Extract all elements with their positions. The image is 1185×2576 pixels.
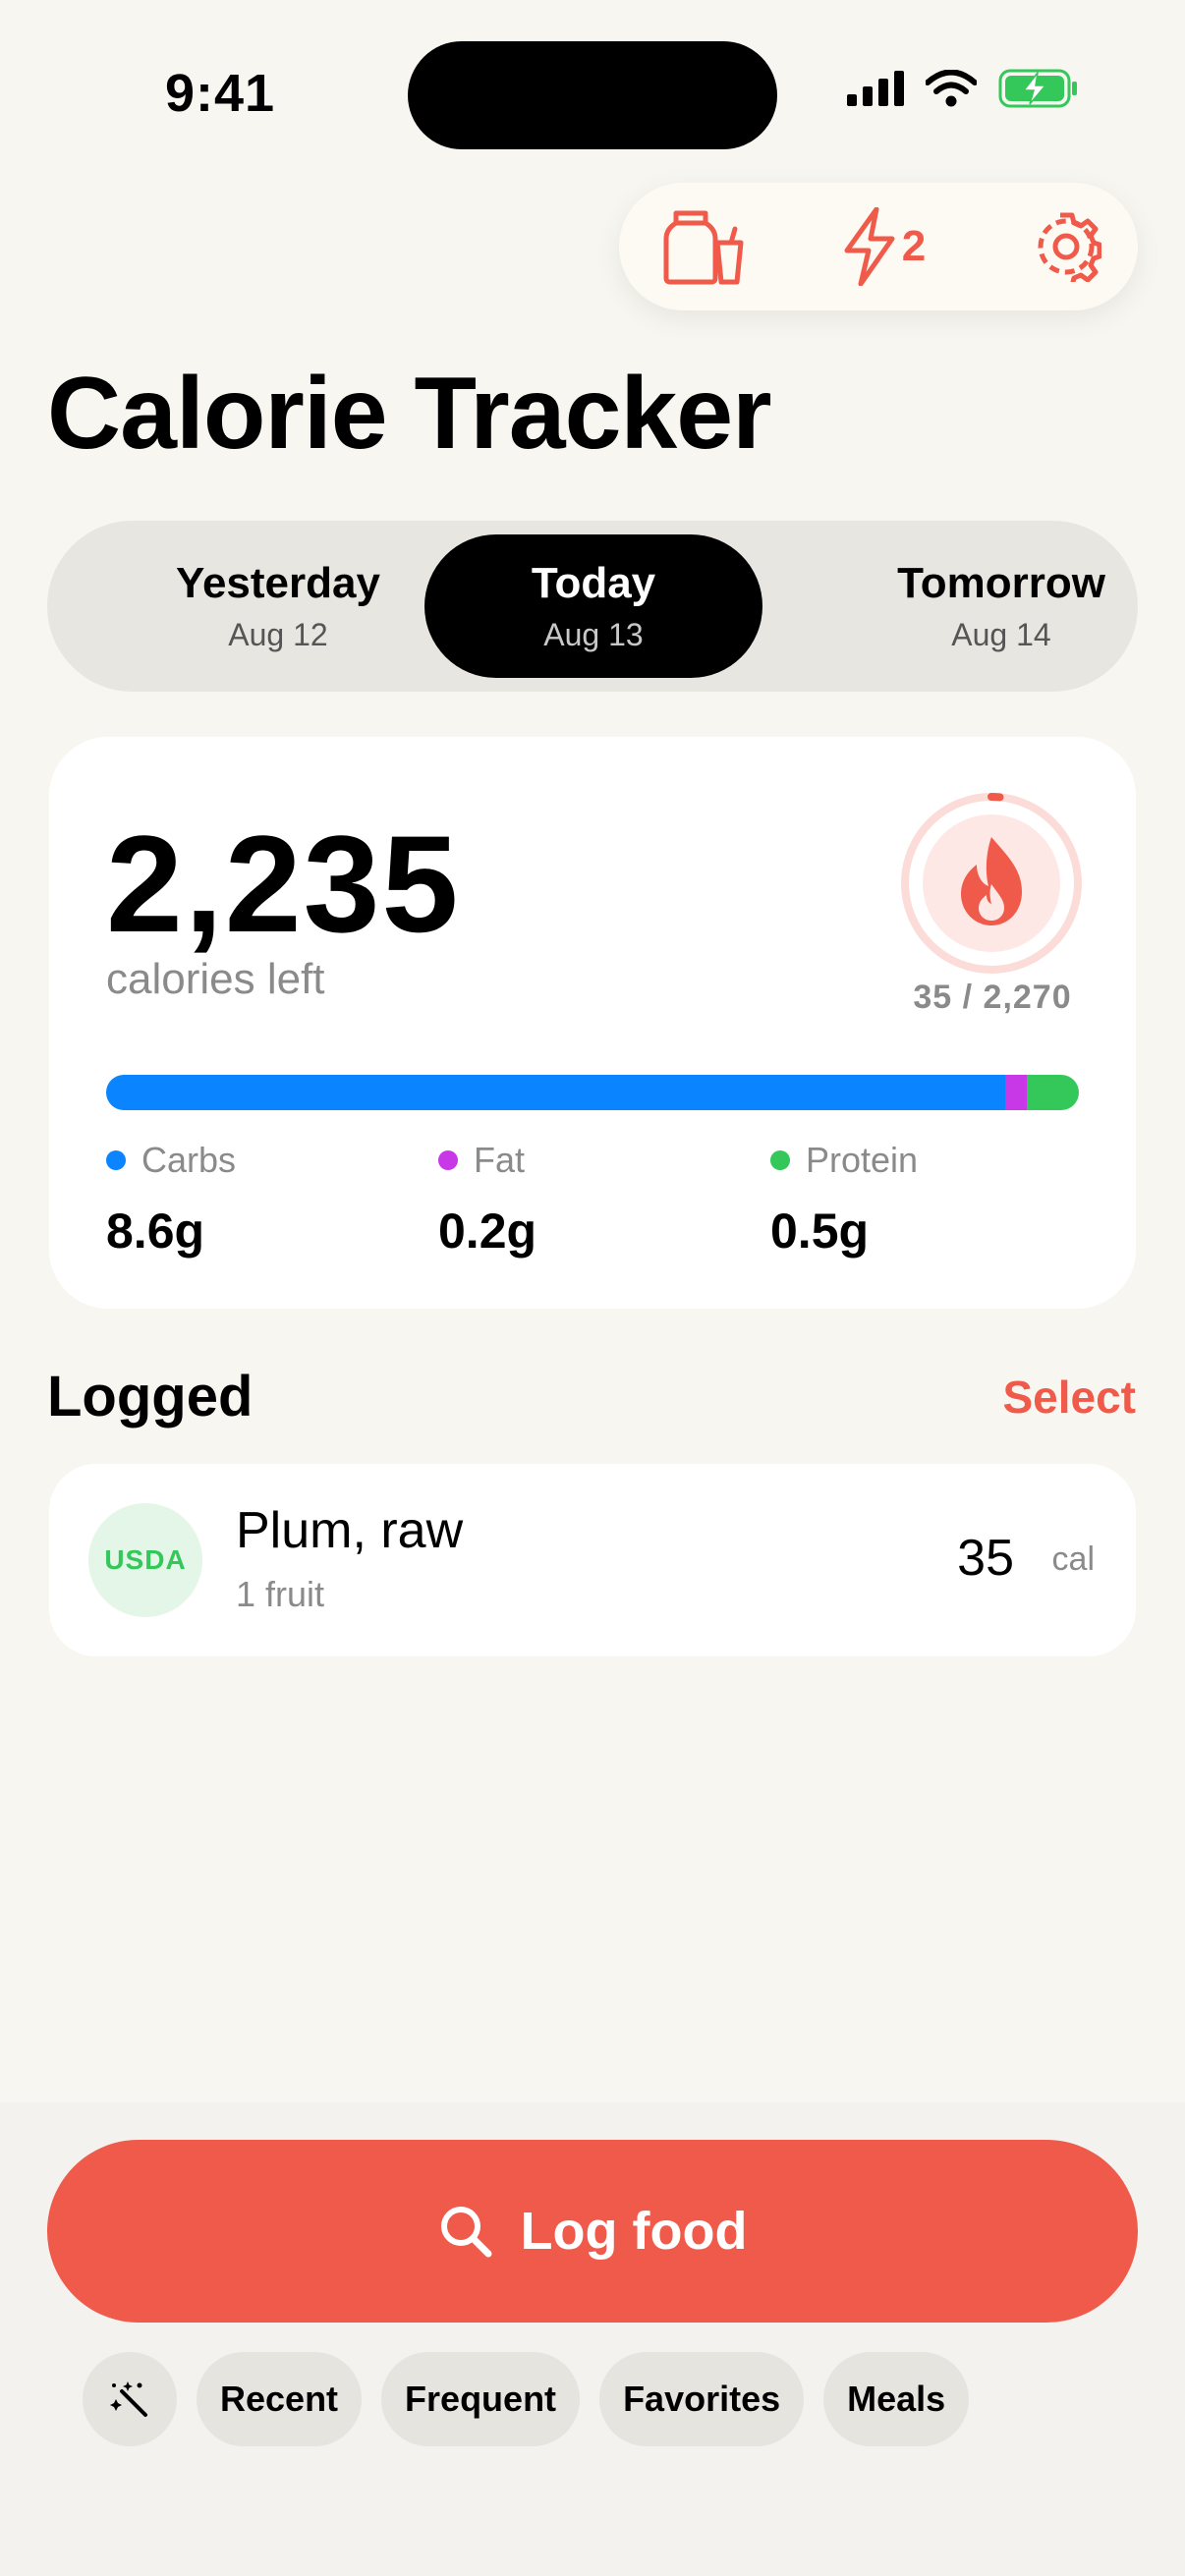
food-serving: 1 fruit — [236, 1574, 325, 1614]
chip-frequent[interactable]: Frequent — [381, 2352, 581, 2446]
macro-fat-value: 0.2g — [438, 1204, 537, 1259]
tab-tomorrow-label: Tomorrow — [897, 559, 1105, 607]
calorie-summary-card[interactable]: 2,235 calories left 35 / 2,270 Carbs 8.6… — [49, 737, 1136, 1309]
food-calories-unit: cal — [1051, 1540, 1095, 1578]
select-button[interactable]: Select — [1002, 1371, 1136, 1424]
tab-tomorrow[interactable]: Tomorrow Aug 14 — [832, 521, 1170, 692]
calories-left-value: 2,235 — [106, 807, 461, 961]
chip-meals[interactable]: Meals — [823, 2352, 970, 2446]
magic-wand-button[interactable] — [83, 2352, 177, 2446]
lightning-icon — [844, 207, 895, 286]
streak-count: 2 — [901, 222, 927, 270]
tab-yesterday-label: Yesterday — [176, 559, 380, 607]
status-time: 9:41 — [165, 64, 276, 123]
macro-carbs-label: Carbs — [141, 1140, 237, 1180]
macro-carbs-value: 8.6g — [106, 1204, 205, 1259]
top-toolbar: 2 — [619, 183, 1138, 310]
status-bar: 9:41 — [0, 0, 1185, 177]
logged-section-title: Logged — [47, 1365, 254, 1428]
tab-today-label: Today — [531, 559, 656, 607]
day-selector: Yesterday Aug 12 Today Aug 13 Tomorrow A… — [47, 521, 1138, 692]
macro-fat: Fat 0.2g — [438, 1140, 536, 1260]
quick-filter-chips: Recent Frequent Favorites Meals — [83, 2352, 970, 2446]
status-icons — [847, 69, 1079, 108]
protein-dot — [770, 1150, 790, 1170]
tab-today-date: Aug 13 — [543, 617, 644, 652]
macro-protein: Protein 0.5g — [770, 1140, 918, 1260]
food-name: Plum, raw — [236, 1502, 464, 1559]
macro-protein-value: 0.5g — [770, 1204, 870, 1259]
macro-bar-fat — [1005, 1075, 1027, 1110]
tab-today[interactable]: Today Aug 13 — [424, 534, 762, 678]
macro-bar-protein — [1026, 1075, 1079, 1110]
logged-food-item[interactable]: USDA Plum, raw 1 fruit 35 cal — [49, 1464, 1136, 1656]
tab-yesterday[interactable]: Yesterday Aug 12 — [109, 521, 447, 692]
chip-recent[interactable]: Recent — [197, 2352, 363, 2446]
battery-charging-icon — [998, 69, 1077, 108]
calorie-progress-ring — [901, 793, 1082, 974]
wifi-icon — [926, 70, 977, 107]
log-food-button[interactable]: Log food — [47, 2140, 1138, 2323]
macro-fat-label: Fat — [474, 1140, 526, 1180]
log-food-label: Log food — [520, 2202, 748, 2261]
macro-protein-label: Protein — [806, 1140, 919, 1180]
streak-button[interactable]: 2 — [825, 183, 943, 310]
page-title: Calorie Tracker — [47, 357, 772, 471]
food-calories: 35 — [957, 1530, 1014, 1587]
macro-bar-carbs — [106, 1075, 1006, 1110]
tab-tomorrow-date: Aug 14 — [951, 617, 1051, 652]
calories-left-label: calories left — [106, 955, 325, 1003]
fat-dot — [438, 1150, 458, 1170]
macro-bar — [106, 1075, 1079, 1110]
signal-icon — [847, 71, 904, 106]
bottom-panel: Log food Recent Frequent Favorites Meals — [0, 2102, 1185, 2576]
tab-yesterday-date: Aug 12 — [228, 617, 328, 652]
gear-icon — [1038, 212, 1101, 282]
chip-favorites[interactable]: Favorites — [599, 2352, 805, 2446]
settings-button[interactable] — [1012, 183, 1120, 310]
calories-consumed-over-goal: 35 / 2,270 — [913, 979, 1072, 1016]
water-tracker-button[interactable] — [654, 183, 753, 310]
jar-cup-icon — [663, 210, 744, 285]
macro-carbs: Carbs 8.6g — [106, 1140, 236, 1260]
dynamic-island — [408, 41, 777, 149]
carbs-dot — [106, 1150, 126, 1170]
source-badge: USDA — [88, 1503, 202, 1617]
magic-wand-icon — [110, 2381, 147, 2417]
search-icon — [440, 2207, 492, 2258]
